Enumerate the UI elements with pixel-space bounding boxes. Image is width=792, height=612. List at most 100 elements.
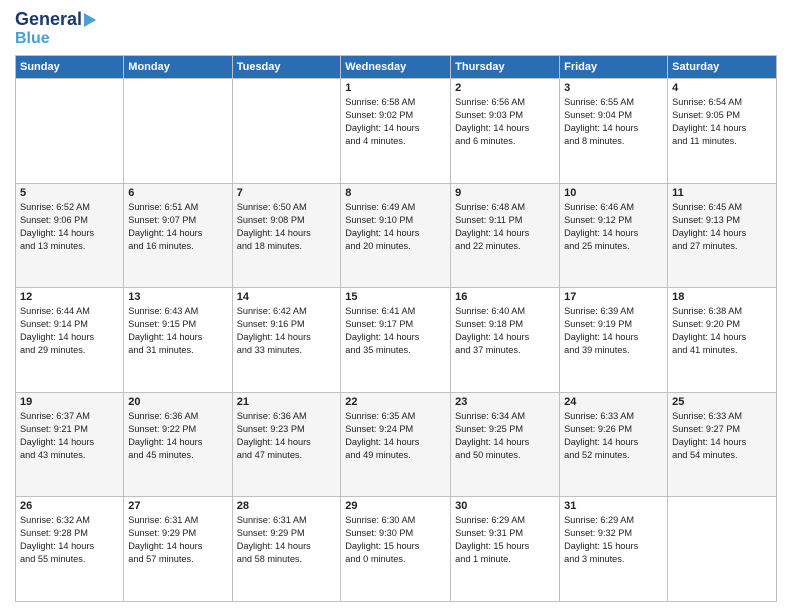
day-info: Sunrise: 6:45 AM Sunset: 9:13 PM Dayligh… xyxy=(672,201,772,253)
day-cell-6: 6 Sunrise: 6:51 AM Sunset: 9:07 PM Daylig… xyxy=(124,183,232,288)
empty-cell xyxy=(668,497,777,602)
day-cell-12: 12 Sunrise: 6:44 AM Sunset: 9:14 PM Dayli… xyxy=(16,288,124,393)
day-cell-3: 3 Sunrise: 6:55 AM Sunset: 9:04 PM Daylig… xyxy=(560,79,668,184)
day-info: Sunrise: 6:32 AM Sunset: 9:28 PM Dayligh… xyxy=(20,514,119,566)
day-info: Sunrise: 6:50 AM Sunset: 9:08 PM Dayligh… xyxy=(237,201,337,253)
day-cell-11: 11 Sunrise: 6:45 AM Sunset: 9:13 PM Dayli… xyxy=(668,183,777,288)
day-cell-9: 9Sunrise: 6:48 AM Sunset: 9:11 PM Daylig… xyxy=(451,183,560,288)
day-info: Sunrise: 6:43 AM Sunset: 9:15 PM Dayligh… xyxy=(128,305,227,357)
day-info: Sunrise: 6:49 AM Sunset: 9:10 PM Dayligh… xyxy=(345,201,446,253)
day-info: Sunrise: 6:35 AM Sunset: 9:24 PM Dayligh… xyxy=(345,410,446,462)
day-cell-17: 17 Sunrise: 6:39 AM Sunset: 9:19 PM Dayli… xyxy=(560,288,668,393)
day-info: Sunrise: 6:34 AM Sunset: 9:25 PM Dayligh… xyxy=(455,410,555,462)
weekday-header-friday: Friday xyxy=(560,56,668,79)
day-info: Sunrise: 6:51 AM Sunset: 9:07 PM Dayligh… xyxy=(128,201,227,253)
day-info: Sunrise: 6:58 AM Sunset: 9:02 PM Dayligh… xyxy=(345,96,446,148)
day-info: Sunrise: 6:36 AM Sunset: 9:22 PM Dayligh… xyxy=(128,410,227,462)
empty-cell xyxy=(16,79,124,184)
day-cell-10: 10 Sunrise: 6:46 AM Sunset: 9:12 PM Dayli… xyxy=(560,183,668,288)
day-info: Sunrise: 6:42 AM Sunset: 9:16 PM Dayligh… xyxy=(237,305,337,357)
day-number: 6 xyxy=(128,187,227,199)
day-number: 20 xyxy=(128,396,227,408)
day-cell-19: 19 Sunrise: 6:37 AM Sunset: 9:21 PM Dayli… xyxy=(16,392,124,497)
day-cell-2: 2Sunrise: 6:56 AM Sunset: 9:03 PM Daylig… xyxy=(451,79,560,184)
day-number: 21 xyxy=(237,396,337,408)
day-cell-7: 7 Sunrise: 6:50 AM Sunset: 9:08 PM Daylig… xyxy=(232,183,341,288)
day-number: 2 xyxy=(455,82,555,94)
day-info: Sunrise: 6:36 AM Sunset: 9:23 PM Dayligh… xyxy=(237,410,337,462)
week-row-0: 1Sunrise: 6:58 AM Sunset: 9:02 PM Daylig… xyxy=(16,79,777,184)
weekday-header-sunday: Sunday xyxy=(16,56,124,79)
day-cell-25: 25Sunrise: 6:33 AM Sunset: 9:27 PM Dayli… xyxy=(668,392,777,497)
day-info: Sunrise: 6:31 AM Sunset: 9:29 PM Dayligh… xyxy=(237,514,337,566)
day-info: Sunrise: 6:38 AM Sunset: 9:20 PM Dayligh… xyxy=(672,305,772,357)
day-cell-28: 28 Sunrise: 6:31 AM Sunset: 9:29 PM Dayli… xyxy=(232,497,341,602)
day-info: Sunrise: 6:44 AM Sunset: 9:14 PM Dayligh… xyxy=(20,305,119,357)
day-number: 19 xyxy=(20,396,119,408)
day-info: Sunrise: 6:41 AM Sunset: 9:17 PM Dayligh… xyxy=(345,305,446,357)
day-info: Sunrise: 6:40 AM Sunset: 9:18 PM Dayligh… xyxy=(455,305,555,357)
day-number: 18 xyxy=(672,291,772,303)
day-number: 15 xyxy=(345,291,446,303)
day-info: Sunrise: 6:46 AM Sunset: 9:12 PM Dayligh… xyxy=(564,201,663,253)
day-number: 28 xyxy=(237,500,337,512)
weekday-header-tuesday: Tuesday xyxy=(232,56,341,79)
logo-blue-text: Blue xyxy=(15,30,50,48)
day-number: 16 xyxy=(455,291,555,303)
calendar-page: General Blue SundayMondayTuesdayWednesda… xyxy=(0,0,792,612)
week-row-3: 19 Sunrise: 6:37 AM Sunset: 9:21 PM Dayli… xyxy=(16,392,777,497)
day-number: 13 xyxy=(128,291,227,303)
calendar-table: SundayMondayTuesdayWednesdayThursdayFrid… xyxy=(15,55,777,602)
day-info: Sunrise: 6:37 AM Sunset: 9:21 PM Dayligh… xyxy=(20,410,119,462)
logo-arrow-icon xyxy=(84,13,96,27)
day-number: 26 xyxy=(20,500,119,512)
day-number: 4 xyxy=(672,82,772,94)
day-number: 25 xyxy=(672,396,772,408)
day-cell-13: 13 Sunrise: 6:43 AM Sunset: 9:15 PM Dayli… xyxy=(124,288,232,393)
day-cell-5: 5 Sunrise: 6:52 AM Sunset: 9:06 PM Daylig… xyxy=(16,183,124,288)
week-row-4: 26 Sunrise: 6:32 AM Sunset: 9:28 PM Dayli… xyxy=(16,497,777,602)
day-info: Sunrise: 6:54 AM Sunset: 9:05 PM Dayligh… xyxy=(672,96,772,148)
day-cell-18: 18 Sunrise: 6:38 AM Sunset: 9:20 PM Dayli… xyxy=(668,288,777,393)
day-number: 31 xyxy=(564,500,663,512)
weekday-header-thursday: Thursday xyxy=(451,56,560,79)
weekday-header-saturday: Saturday xyxy=(668,56,777,79)
day-number: 27 xyxy=(128,500,227,512)
day-number: 30 xyxy=(455,500,555,512)
day-cell-20: 20 Sunrise: 6:36 AM Sunset: 9:22 PM Dayli… xyxy=(124,392,232,497)
day-number: 7 xyxy=(237,187,337,199)
day-number: 11 xyxy=(672,187,772,199)
day-number: 29 xyxy=(345,500,446,512)
empty-cell xyxy=(124,79,232,184)
day-number: 14 xyxy=(237,291,337,303)
day-info: Sunrise: 6:30 AM Sunset: 9:30 PM Dayligh… xyxy=(345,514,446,566)
day-number: 8 xyxy=(345,187,446,199)
day-cell-24: 24Sunrise: 6:33 AM Sunset: 9:26 PM Dayli… xyxy=(560,392,668,497)
weekday-header-row: SundayMondayTuesdayWednesdayThursdayFrid… xyxy=(16,56,777,79)
day-cell-15: 15 Sunrise: 6:41 AM Sunset: 9:17 PM Dayli… xyxy=(341,288,451,393)
day-cell-31: 31 Sunrise: 6:29 AM Sunset: 9:32 PM Dayli… xyxy=(560,497,668,602)
day-number: 10 xyxy=(564,187,663,199)
day-cell-27: 27Sunrise: 6:31 AM Sunset: 9:29 PM Dayli… xyxy=(124,497,232,602)
day-info: Sunrise: 6:29 AM Sunset: 9:32 PM Dayligh… xyxy=(564,514,663,566)
day-cell-21: 21 Sunrise: 6:36 AM Sunset: 9:23 PM Dayli… xyxy=(232,392,341,497)
day-number: 24 xyxy=(564,396,663,408)
day-cell-30: 30Sunrise: 6:29 AM Sunset: 9:31 PM Dayli… xyxy=(451,497,560,602)
day-cell-23: 23Sunrise: 6:34 AM Sunset: 9:25 PM Dayli… xyxy=(451,392,560,497)
day-info: Sunrise: 6:48 AM Sunset: 9:11 PM Dayligh… xyxy=(455,201,555,253)
day-cell-16: 16 Sunrise: 6:40 AM Sunset: 9:18 PM Dayli… xyxy=(451,288,560,393)
day-cell-1: 1Sunrise: 6:58 AM Sunset: 9:02 PM Daylig… xyxy=(341,79,451,184)
week-row-2: 12 Sunrise: 6:44 AM Sunset: 9:14 PM Dayli… xyxy=(16,288,777,393)
day-number: 3 xyxy=(564,82,663,94)
day-cell-14: 14 Sunrise: 6:42 AM Sunset: 9:16 PM Dayli… xyxy=(232,288,341,393)
day-info: Sunrise: 6:55 AM Sunset: 9:04 PM Dayligh… xyxy=(564,96,663,148)
day-number: 12 xyxy=(20,291,119,303)
empty-cell xyxy=(232,79,341,184)
day-number: 17 xyxy=(564,291,663,303)
day-number: 22 xyxy=(345,396,446,408)
day-cell-22: 22 Sunrise: 6:35 AM Sunset: 9:24 PM Dayli… xyxy=(341,392,451,497)
day-info: Sunrise: 6:52 AM Sunset: 9:06 PM Dayligh… xyxy=(20,201,119,253)
page-header: General Blue xyxy=(15,10,777,47)
day-number: 5 xyxy=(20,187,119,199)
day-info: Sunrise: 6:39 AM Sunset: 9:19 PM Dayligh… xyxy=(564,305,663,357)
